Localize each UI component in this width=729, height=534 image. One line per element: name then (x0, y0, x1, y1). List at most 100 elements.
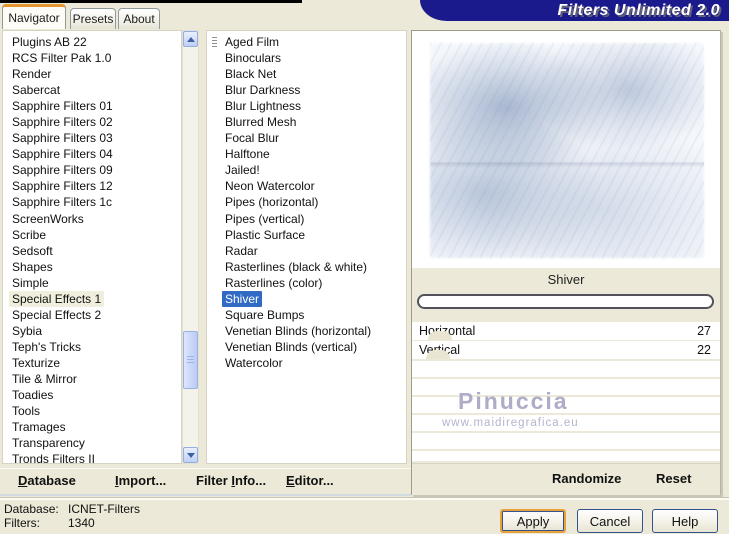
toolbar-import-button[interactable]: Import... (115, 473, 166, 488)
list-item-label: Blur Darkness (225, 83, 301, 98)
status-value: ICNET-Filters (68, 502, 140, 516)
list-item[interactable]: Sapphire Filters 1c (3, 194, 181, 210)
list-item-label: Sapphire Filters 09 (12, 163, 113, 178)
list-item[interactable]: Toadies (3, 387, 181, 403)
list-item-label: Plugins AB 22 (12, 35, 87, 49)
list-item[interactable]: Tile & Mirror (3, 371, 181, 387)
filter-name-label: Shiver (547, 272, 585, 287)
list-item[interactable]: Texturize (3, 355, 181, 371)
list-item[interactable]: Neon Watercolor (207, 178, 406, 194)
list-item-label: Sedsoft (12, 243, 53, 258)
scroll-down-button[interactable] (183, 447, 198, 463)
apply-button[interactable]: Apply (500, 509, 566, 533)
preview-panel: Shiver Horizontal27Vertical22 Pinuccia w… (411, 30, 721, 495)
list-item[interactable]: Sapphire Filters 09 (3, 162, 181, 178)
slider-thumb[interactable] (428, 331, 452, 340)
list-item-label: Sapphire Filters 1c (12, 195, 113, 210)
list-item[interactable]: Blur Lightness (207, 98, 406, 114)
list-item-label: Blur Lightness (225, 99, 302, 114)
list-item[interactable]: Blur Darkness (207, 82, 406, 98)
list-item[interactable]: Pipes (horizontal) (207, 194, 406, 210)
list-item[interactable]: Tools (3, 403, 181, 419)
status-value: 1340 (68, 516, 95, 530)
list-item[interactable]: Render (3, 66, 181, 82)
toolbar-editor-button[interactable]: Editor... (286, 473, 334, 488)
list-item[interactable]: Blurred Mesh (207, 114, 406, 130)
tab-presets[interactable]: Presets (70, 8, 116, 29)
list-item-label: Sybia (12, 323, 43, 338)
list-item[interactable]: Pipes (vertical) (207, 211, 406, 227)
list-item[interactable]: Venetian Blinds (vertical) (207, 339, 406, 355)
list-item[interactable]: Radar (207, 243, 406, 259)
list-item-label: Teph's Tricks (12, 339, 81, 354)
list-item-label: Venetian Blinds (horizontal) (225, 323, 372, 338)
list-item-label: Blurred Mesh (225, 115, 297, 130)
list-item[interactable]: Rasterlines (color) (207, 275, 406, 291)
list-item-label: Tronds Filters II (12, 452, 95, 464)
list-item-label: Sapphire Filters 01 (12, 99, 113, 114)
cancel-button[interactable]: Cancel (577, 509, 643, 533)
scrollbar-thumb[interactable] (183, 331, 198, 389)
list-item[interactable]: Rasterlines (black & white) (207, 259, 406, 275)
list-item[interactable]: Sapphire Filters 01 (3, 98, 181, 114)
list-item-label: RCS Filter Pak 1.0 (12, 51, 112, 66)
list-item[interactable]: Sybia (3, 323, 181, 339)
list-item[interactable]: Transparency (3, 435, 181, 451)
tab-navigator[interactable]: Navigator (2, 4, 66, 29)
help-button[interactable]: Help (652, 509, 718, 533)
list-item[interactable]: Square Bumps (207, 307, 406, 323)
list-item[interactable]: Jailed! (207, 162, 406, 178)
list-item[interactable]: Teph's Tricks (3, 339, 181, 355)
reset-button[interactable]: Reset (656, 471, 691, 486)
window-top-edge (0, 0, 302, 3)
list-item-label: Toadies (12, 388, 54, 403)
list-item[interactable]: Sapphire Filters 12 (3, 178, 181, 194)
toolbar-filter-info-button[interactable]: Filter Info... (196, 473, 266, 488)
filter-preview (412, 31, 720, 268)
list-item[interactable]: Simple (3, 275, 181, 291)
list-item[interactable]: ScreenWorks (3, 211, 181, 227)
list-item[interactable]: Plastic Surface (207, 227, 406, 243)
list-item[interactable]: Plugins AB 22 (3, 34, 181, 50)
list-item-label: Venetian Blinds (vertical) (225, 339, 358, 354)
scroll-up-button[interactable] (183, 31, 198, 47)
list-item[interactable]: Shiver (207, 290, 406, 307)
param-row-horizontal[interactable]: Horizontal 27 (412, 322, 720, 340)
slider-thumb[interactable] (426, 350, 450, 359)
list-item-label: Transparency (12, 436, 85, 451)
list-item-label: Binoculars (225, 51, 282, 66)
param-row-vertical[interactable]: Vertical22 (412, 341, 720, 359)
list-item[interactable]: Sapphire Filters 02 (3, 114, 181, 130)
list-item-label: Watercolor (225, 355, 283, 370)
list-item[interactable]: Shapes (3, 259, 181, 275)
watermark-url: www.maidiregrafica.eu (442, 417, 579, 429)
list-item-label: Black Net (225, 67, 277, 82)
list-item[interactable]: Watercolor (207, 355, 406, 371)
status-area: Database: ICNET-Filters Filters: 1340 (4, 502, 140, 530)
list-item[interactable]: Focal Blur (207, 130, 406, 146)
list-item[interactable]: Black Net (207, 66, 406, 82)
list-item-label: Neon Watercolor (225, 179, 315, 194)
list-item[interactable]: Halftone (207, 146, 406, 162)
list-item[interactable]: Sabercat (3, 82, 181, 98)
list-item-label: Special Effects 1 (9, 290, 105, 307)
list-item[interactable]: Sapphire Filters 03 (3, 130, 181, 146)
list-item[interactable]: Sedsoft (3, 243, 181, 259)
list-item-label: Special Effects 2 (12, 307, 102, 322)
list-item[interactable]: Venetian Blinds (horizontal) (207, 323, 406, 339)
randomize-button[interactable]: Randomize (552, 471, 621, 486)
category-list-scrollbar[interactable] (182, 30, 199, 464)
tab-about[interactable]: About (118, 8, 160, 29)
list-item[interactable]: Binoculars (207, 50, 406, 66)
list-item[interactable]: RCS Filter Pak 1.0 (3, 50, 181, 66)
list-item[interactable]: Sapphire Filters 04 (3, 146, 181, 162)
list-item[interactable]: Special Effects 2 (3, 307, 181, 323)
list-item[interactable]: Scribe (3, 227, 181, 243)
list-item[interactable]: Special Effects 1 (3, 290, 181, 307)
list-item[interactable]: Aged Film (207, 34, 406, 50)
toolbar-database-button[interactable]: Database (18, 473, 76, 488)
filter-name-header: Shiver (412, 268, 720, 291)
list-item[interactable]: Tronds Filters II (3, 451, 181, 464)
list-item-label: Tools (12, 404, 41, 419)
list-item[interactable]: Tramages (3, 419, 181, 435)
